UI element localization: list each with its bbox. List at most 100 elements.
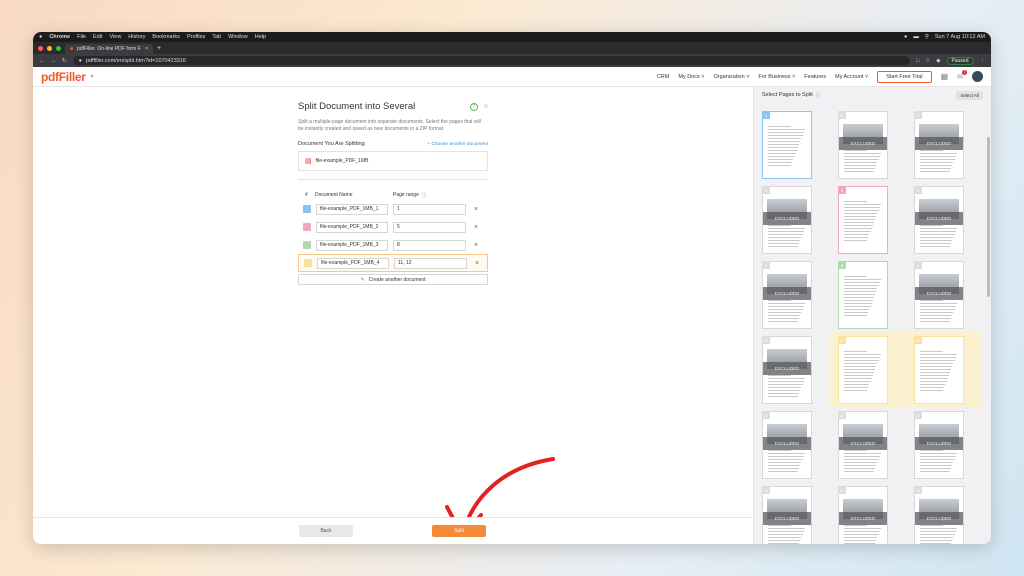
- menubar-tab[interactable]: Tab: [212, 34, 221, 40]
- page-thumbnail-4[interactable]: 4 EXCLUDED: [762, 186, 812, 254]
- page-thumbnail-10[interactable]: 10 EXCLUDED: [762, 336, 812, 404]
- menubar-window[interactable]: Window: [228, 34, 248, 40]
- page-number: 3: [914, 111, 922, 119]
- menubar-app[interactable]: Chrome: [49, 34, 70, 40]
- logo-chevron-icon[interactable]: ▼: [90, 74, 95, 80]
- page-text-line: [920, 525, 943, 526]
- choose-another-document-link[interactable]: + Choose another document: [427, 142, 488, 147]
- page-text-line: [844, 378, 872, 379]
- document-name-input[interactable]: file-example_PDF_1MB_2: [316, 221, 388, 233]
- notifications-icon[interactable]: ✉ 1: [957, 69, 967, 81]
- forward-arrow-icon[interactable]: →: [51, 58, 57, 64]
- help-icon[interactable]: ?: [469, 102, 478, 111]
- page-thumbnail-16[interactable]: 16 EXCLUDED: [762, 486, 812, 544]
- chat-icon[interactable]: ○: [484, 103, 488, 110]
- page-thumbnail-17[interactable]: 17 EXCLUDED: [838, 486, 888, 544]
- page-thumbnail-7[interactable]: 7 EXCLUDED: [762, 261, 812, 329]
- page-text-line: [844, 462, 878, 463]
- wifi-icon[interactable]: ●: [904, 34, 907, 40]
- document-name-input[interactable]: file-example_PDF_1MB_3: [316, 239, 388, 251]
- page-text-line: [844, 150, 867, 151]
- source-file-name: file-example_PDF_1MB: [315, 158, 369, 164]
- nav-my-docs[interactable]: My Docs ˅: [678, 74, 704, 80]
- page-thumbnail-5[interactable]: 5: [838, 186, 888, 254]
- nav-for-business[interactable]: For Business ˅: [758, 74, 795, 80]
- nav-features[interactable]: Features: [804, 74, 826, 80]
- page-thumbnail-2[interactable]: 2 EXCLUDED: [838, 111, 888, 179]
- page-range-input[interactable]: 5: [393, 221, 466, 233]
- page-text-line: [844, 213, 878, 214]
- page-text-line: [920, 315, 953, 316]
- page-text-line: [920, 450, 943, 451]
- bookmark-star-icon[interactable]: ☆: [925, 58, 930, 64]
- remove-row-icon[interactable]: ×: [474, 224, 478, 231]
- page-text-line: [768, 465, 801, 466]
- avatar[interactable]: [972, 71, 983, 82]
- apple-icon[interactable]: ●: [39, 34, 42, 40]
- minimize-window-icon[interactable]: [47, 45, 52, 51]
- menubar-help[interactable]: Help: [255, 34, 266, 40]
- search-icon[interactable]: ⚲: [925, 34, 929, 40]
- battery-icon[interactable]: ▬: [913, 34, 919, 40]
- menubar-view[interactable]: View: [109, 34, 121, 40]
- page-text-lines: [920, 298, 958, 322]
- menubar-bookmarks[interactable]: Bookmarks: [152, 34, 180, 40]
- document-row-2: file-example_PDF_1MB_2 5 ×: [298, 218, 488, 236]
- page-thumbnail-8[interactable]: 8: [838, 261, 888, 329]
- document-name-input[interactable]: file-example_PDF_1MB_1: [316, 203, 388, 215]
- remove-row-icon[interactable]: ×: [475, 260, 479, 267]
- page-text-line: [844, 360, 879, 361]
- url-input[interactable]: ● pdffiller.com/en/split.htm?id=10704233…: [72, 56, 911, 65]
- page-text-line: [768, 462, 802, 463]
- page-thumbnail-13[interactable]: 13 EXCLUDED: [762, 411, 812, 479]
- page-number: 16: [762, 486, 770, 494]
- page-thumbnail-18[interactable]: 18 EXCLUDED: [914, 486, 964, 544]
- page-thumbnail-11[interactable]: 11: [838, 336, 888, 404]
- start-free-trial-button[interactable]: Start Free Trial: [877, 70, 932, 83]
- back-button[interactable]: Back: [299, 525, 353, 537]
- select-all-button[interactable]: Select All: [956, 90, 983, 100]
- info-icon[interactable]: ⓘ: [816, 92, 821, 99]
- split-button[interactable]: Split: [432, 525, 486, 537]
- page-thumbnail-6[interactable]: 6 EXCLUDED: [914, 186, 964, 254]
- browser-tab[interactable]: ■ pdfFiller. On-line PDF form Fil ×: [65, 44, 153, 54]
- extensions-icon[interactable]: ◆: [936, 58, 940, 64]
- pages-scrollbar[interactable]: [987, 137, 990, 297]
- page-thumbnail-14[interactable]: 14 EXCLUDED: [838, 411, 888, 479]
- pdffiller-logo[interactable]: pdfFiller: [41, 70, 86, 84]
- create-another-document-button[interactable]: ✎ Create another document: [298, 274, 488, 285]
- page-thumbnail-1[interactable]: 1: [762, 111, 812, 179]
- menubar-edit[interactable]: Edit: [93, 34, 102, 40]
- new-tab-icon[interactable]: +: [157, 45, 161, 52]
- profile-button[interactable]: Paused: [946, 56, 974, 65]
- page-range-input[interactable]: 11, 12: [394, 257, 467, 269]
- tab-close-icon[interactable]: ×: [145, 46, 148, 52]
- apps-grid-icon[interactable]: ▦: [941, 72, 949, 81]
- page-thumbnail-3[interactable]: 3 EXCLUDED: [914, 111, 964, 179]
- remove-row-icon[interactable]: ×: [474, 242, 478, 249]
- share-icon[interactable]: □: [916, 58, 919, 64]
- reload-icon[interactable]: ↻: [62, 58, 67, 64]
- page-text-line: [920, 360, 955, 361]
- kebab-menu-icon[interactable]: ⋮: [980, 58, 986, 64]
- nav-my-account[interactable]: My Account ˅: [835, 74, 868, 80]
- nav-crm[interactable]: CRM: [657, 74, 670, 80]
- document-name-input[interactable]: file-example_PDF_1MB_4: [317, 257, 389, 269]
- back-arrow-icon[interactable]: ←: [39, 58, 45, 64]
- page-thumbnail-15[interactable]: 15 EXCLUDED: [914, 411, 964, 479]
- page-range-input[interactable]: 8: [393, 239, 466, 251]
- page-text-line: [844, 168, 876, 169]
- page-text-line: [768, 240, 801, 241]
- nav-organization[interactable]: Organization ˅: [713, 74, 749, 80]
- menubar-profiles[interactable]: Profiles: [187, 34, 205, 40]
- menubar-file[interactable]: File: [77, 34, 86, 40]
- info-icon[interactable]: ⓘ: [422, 192, 427, 199]
- menubar-datetime[interactable]: Sun 7 Aug 10:12 AM: [935, 34, 985, 40]
- menubar-history[interactable]: History: [128, 34, 145, 40]
- page-thumbnail-12[interactable]: 12: [914, 336, 964, 404]
- zoom-window-icon[interactable]: [56, 45, 61, 51]
- page-thumbnail-9[interactable]: 9 EXCLUDED: [914, 261, 964, 329]
- close-window-icon[interactable]: [38, 45, 43, 51]
- remove-row-icon[interactable]: ×: [474, 206, 478, 213]
- page-range-input[interactable]: 1: [393, 203, 466, 215]
